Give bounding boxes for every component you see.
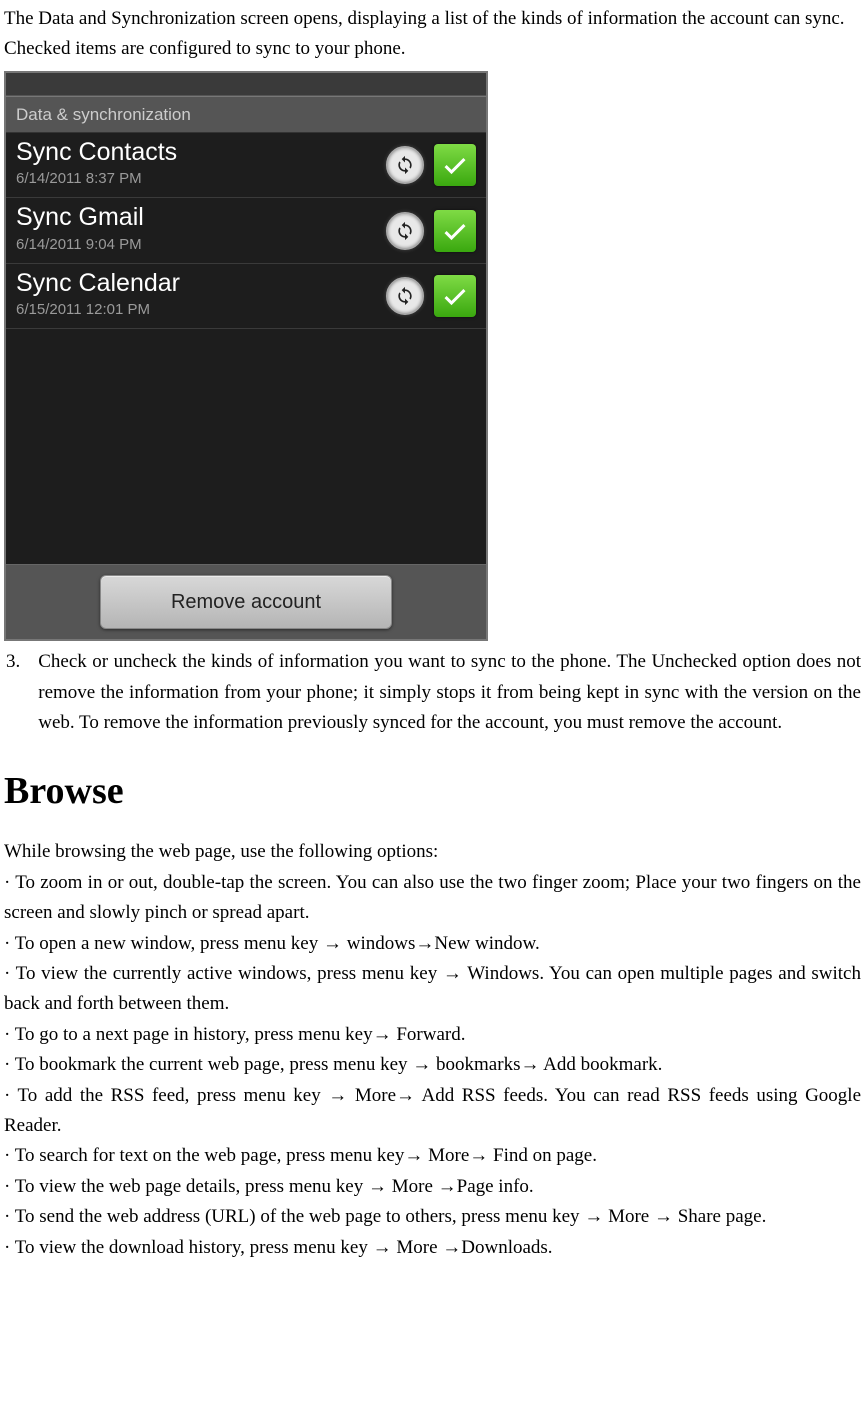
sync-row-calendar[interactable]: Sync Calendar 6/15/2011 12:01 PM — [6, 264, 486, 330]
sync-time: 6/14/2011 9:04 PM — [16, 233, 386, 257]
text-part: New window. — [434, 933, 539, 954]
sync-time: 6/14/2011 8:37 PM — [16, 167, 386, 191]
text-part: · To bookmark the current web page, pres… — [4, 1054, 412, 1075]
text-part: · To open a new window, press menu key — [4, 933, 323, 954]
text-part: · To view the web page details, press me… — [4, 1176, 368, 1197]
text-part: Share page. — [673, 1206, 766, 1227]
arrow-icon: → — [396, 1085, 415, 1106]
bullet-page-info: · To view the web page details, press me… — [4, 1172, 861, 1202]
bullet-downloads: · To view the download history, press me… — [4, 1233, 861, 1263]
text-part: · To go to a next page in history, press… — [4, 1024, 373, 1045]
text-part: Page info. — [457, 1176, 534, 1197]
sync-row-text: Sync Gmail 6/14/2011 9:04 PM — [16, 204, 386, 257]
android-screenshot: Data & synchronization Sync Contacts 6/1… — [4, 71, 488, 642]
screenshot-empty-area — [6, 329, 486, 564]
sync-icon — [386, 212, 424, 250]
text-part: More — [387, 1176, 438, 1197]
sync-time: 6/15/2011 12:01 PM — [16, 298, 386, 322]
document-page: The Data and Synchronization screen open… — [0, 0, 865, 1271]
arrow-icon: → — [404, 1145, 423, 1166]
bullet-share: · To send the web address (URL) of the w… — [4, 1202, 861, 1232]
text-part: Find on page. — [488, 1145, 597, 1166]
text-part: Forward. — [392, 1024, 466, 1045]
bullet-rss: · To add the RSS feed, press menu key → … — [4, 1081, 861, 1142]
bullet-find: · To search for text on the web page, pr… — [4, 1141, 861, 1171]
text-part: · To view the currently active windows, … — [4, 963, 443, 984]
intro-paragraph-1: The Data and Synchronization screen open… — [4, 4, 861, 34]
step-number: 3. — [4, 647, 20, 738]
sync-row-text: Sync Contacts 6/14/2011 8:37 PM — [16, 139, 386, 192]
text-part: · To search for text on the web page, pr… — [4, 1145, 404, 1166]
section-header: Data & synchronization — [6, 96, 486, 133]
text-part: Downloads. — [461, 1237, 552, 1258]
text-part: · To send the web address (URL) of the w… — [4, 1206, 584, 1227]
bullet-forward: · To go to a next page in history, press… — [4, 1020, 861, 1050]
arrow-icon: → — [328, 1085, 347, 1106]
checkbox-checked[interactable] — [434, 275, 476, 317]
arrow-icon: → — [520, 1054, 539, 1075]
text-part: windows — [342, 933, 415, 954]
bullet-new-window: · To open a new window, press menu key →… — [4, 929, 861, 959]
sync-title: Sync Contacts — [16, 139, 386, 167]
intro-paragraph-2: Checked items are configured to sync to … — [4, 34, 861, 64]
text-part: · To view the download history, press me… — [4, 1237, 373, 1258]
checkbox-checked[interactable] — [434, 210, 476, 252]
remove-account-button[interactable]: Remove account — [100, 575, 392, 629]
text-part: · To add the RSS feed, press menu key — [4, 1085, 328, 1106]
arrow-icon: → — [415, 933, 434, 954]
text-part: bookmarks — [431, 1054, 520, 1075]
step-3: 3. Check or uncheck the kinds of informa… — [4, 647, 861, 738]
arrow-icon: → — [442, 1237, 461, 1258]
arrow-icon: → — [654, 1206, 673, 1227]
arrow-icon: → — [368, 1176, 387, 1197]
arrow-icon: → — [443, 963, 462, 984]
bullet-active-windows: · To view the currently active windows, … — [4, 959, 861, 1020]
text-part: Add bookmark. — [539, 1054, 662, 1075]
arrow-icon: → — [469, 1145, 488, 1166]
sync-title: Sync Calendar — [16, 270, 386, 298]
arrow-icon: → — [412, 1054, 431, 1075]
step-text: Check or uncheck the kinds of informatio… — [38, 647, 861, 738]
text-part: More — [392, 1237, 443, 1258]
status-bar — [6, 73, 486, 96]
arrow-icon: → — [584, 1206, 603, 1227]
arrow-icon: → — [438, 1176, 457, 1197]
bullet-zoom: · To zoom in or out, double-tap the scre… — [4, 868, 861, 929]
arrow-icon: → — [323, 933, 342, 954]
sync-icon — [386, 277, 424, 315]
browse-intro: While browsing the web page, use the fol… — [4, 837, 861, 867]
sync-title: Sync Gmail — [16, 204, 386, 232]
sync-row-text: Sync Calendar 6/15/2011 12:01 PM — [16, 270, 386, 323]
text-part: More — [347, 1085, 396, 1106]
sync-icon — [386, 146, 424, 184]
arrow-icon: → — [373, 1024, 392, 1045]
text-part: More — [603, 1206, 654, 1227]
browse-heading: Browse — [4, 761, 861, 822]
sync-row-contacts[interactable]: Sync Contacts 6/14/2011 8:37 PM — [6, 133, 486, 199]
button-bar: Remove account — [6, 564, 486, 639]
text-part: More — [423, 1145, 469, 1166]
sync-row-gmail[interactable]: Sync Gmail 6/14/2011 9:04 PM — [6, 198, 486, 264]
checkbox-checked[interactable] — [434, 144, 476, 186]
arrow-icon: → — [373, 1237, 392, 1258]
bullet-bookmark: · To bookmark the current web page, pres… — [4, 1050, 861, 1080]
